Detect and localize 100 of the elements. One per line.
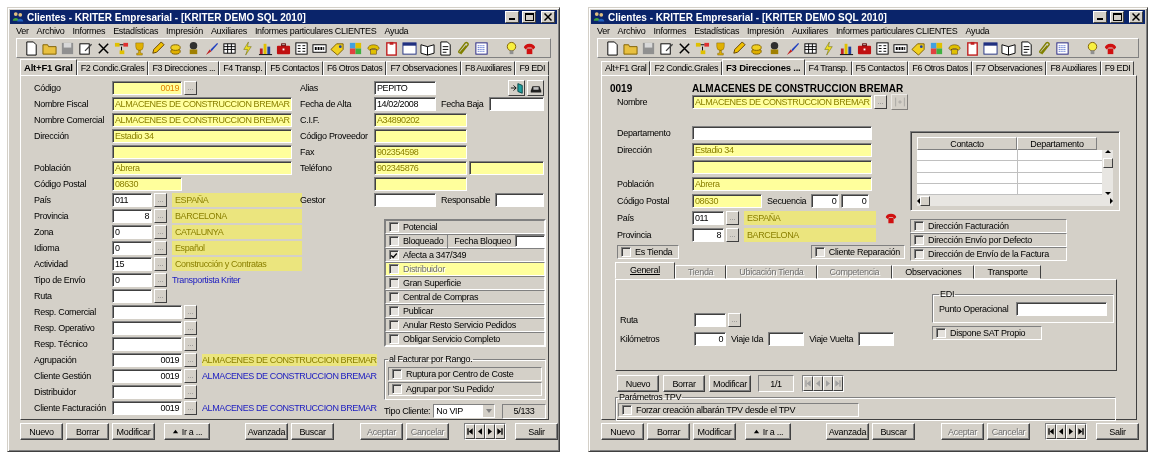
- maximize-button[interactable]: [522, 11, 536, 23]
- text-field[interactable]: 15: [112, 257, 152, 271]
- toolbar-button[interactable]: [1018, 39, 1035, 57]
- button[interactable]: Borrar: [66, 423, 109, 440]
- text-field[interactable]: 0019: [112, 401, 182, 415]
- button[interactable]: Borrar: [647, 423, 690, 440]
- text-field[interactable]: 8: [692, 228, 724, 242]
- menu-item[interactable]: Ayuda: [961, 25, 994, 36]
- menu-item[interactable]: Informes: [649, 25, 691, 36]
- text-field[interactable]: 14/02/2008: [374, 97, 436, 111]
- checkbox[interactable]: [389, 236, 399, 246]
- vertical-scrollbar[interactable]: [1102, 150, 1113, 195]
- button[interactable]: Modificar: [693, 423, 736, 440]
- text-field[interactable]: Estadio 34: [692, 143, 872, 157]
- toolbar-button[interactable]: [401, 39, 418, 57]
- checkbox[interactable]: [914, 235, 924, 245]
- previous-record-button[interactable]: [1056, 424, 1066, 439]
- text-field[interactable]: [112, 337, 182, 351]
- text-field[interactable]: [768, 332, 805, 346]
- close-button[interactable]: [541, 11, 555, 23]
- close-button[interactable]: [1129, 11, 1143, 23]
- menu-item[interactable]: Informes: [68, 25, 110, 36]
- checkbox[interactable]: [389, 306, 399, 316]
- tab[interactable]: F9 EDI: [1100, 61, 1135, 75]
- menu-item[interactable]: Estadísticas: [109, 25, 163, 36]
- tab[interactable]: F6 Otros Datos: [323, 61, 387, 75]
- text-field[interactable]: [112, 385, 182, 399]
- first-record-button[interactable]: [1046, 424, 1056, 439]
- checkbox[interactable]: [389, 278, 399, 288]
- description-link[interactable]: Transportista Kriter: [172, 275, 241, 285]
- button[interactable]: Salir: [515, 423, 558, 440]
- dropdown[interactable]: No VIP: [433, 404, 496, 418]
- minimize-button[interactable]: [505, 11, 519, 23]
- tab[interactable]: F2 Condic.Grales: [76, 61, 149, 75]
- text-field[interactable]: [374, 129, 467, 143]
- checkbox[interactable]: [914, 249, 924, 259]
- button[interactable]: Nuevo: [20, 423, 63, 440]
- checkbox[interactable]: [389, 222, 399, 232]
- text-field[interactable]: [374, 177, 467, 191]
- tool-button[interactable]: [527, 80, 544, 96]
- text-field[interactable]: ALMACENES DE CONSTRUCCION BREMAR: [692, 95, 872, 109]
- menu-item[interactable]: Impresión: [162, 25, 207, 36]
- toolbar-button[interactable]: [23, 39, 40, 57]
- menu-item[interactable]: Informes particulares CLIENTES: [250, 25, 381, 36]
- text-field[interactable]: Abrera: [692, 177, 872, 191]
- toolbar-button[interactable]: [437, 39, 454, 57]
- checkbox[interactable]: [621, 247, 631, 257]
- checkbox[interactable]: [914, 221, 924, 231]
- text-field[interactable]: [112, 289, 152, 303]
- menu-item[interactable]: Impresión: [743, 25, 788, 36]
- tab[interactable]: F3 Direcciones ...: [148, 61, 220, 75]
- text-field[interactable]: Estadio 34: [112, 129, 292, 143]
- text-field[interactable]: 0019: [112, 353, 182, 367]
- description-link[interactable]: ALMACENES DE CONSTRUCCION BREMAR: [202, 371, 377, 381]
- toolbar-button[interactable]: [874, 39, 891, 57]
- text-field[interactable]: [112, 145, 292, 159]
- tab[interactable]: F7 Observaciones: [971, 61, 1047, 75]
- text-field[interactable]: Abrera: [112, 161, 292, 175]
- text-field[interactable]: 0019: [112, 369, 182, 383]
- tab[interactable]: F2 Condic.Grales: [650, 61, 722, 75]
- toolbar-button[interactable]: [982, 39, 999, 57]
- tab[interactable]: F9 EDI: [515, 61, 549, 75]
- checkbox[interactable]: [622, 405, 632, 415]
- tab[interactable]: Observaciones: [892, 265, 975, 279]
- text-field[interactable]: 902354598: [374, 145, 467, 159]
- menu-item[interactable]: Auxiliares: [787, 25, 832, 36]
- scroll-thumb[interactable]: [1102, 157, 1113, 168]
- scroll-thumb[interactable]: [920, 195, 930, 206]
- text-field[interactable]: [1016, 302, 1107, 316]
- checkbox[interactable]: [389, 334, 399, 344]
- text-field[interactable]: 011: [692, 211, 724, 225]
- checkbox[interactable]: [389, 320, 399, 330]
- tab[interactable]: F8 Auxiliares: [1046, 61, 1101, 75]
- button[interactable]: Buscar: [291, 423, 334, 440]
- minimize-button[interactable]: [1093, 11, 1107, 23]
- checkbox[interactable]: [936, 328, 946, 338]
- checkbox[interactable]: [389, 292, 399, 302]
- text-field[interactable]: [112, 305, 182, 319]
- menu-item[interactable]: Ver: [593, 25, 614, 36]
- text-field[interactable]: 8: [112, 209, 152, 223]
- text-field[interactable]: 011: [112, 193, 152, 207]
- text-field[interactable]: 08630: [692, 194, 762, 208]
- text-field[interactable]: [692, 160, 872, 174]
- text-field[interactable]: ALMACENES DE CONSTRUCCION BREMAR: [112, 97, 292, 111]
- button[interactable]: Nuevo: [601, 423, 644, 440]
- previous-record-button[interactable]: [475, 424, 485, 439]
- text-field[interactable]: A34890202: [374, 113, 467, 127]
- menu-item[interactable]: Ver: [12, 25, 33, 36]
- menu-item[interactable]: Informes particulares CLIENTES: [831, 25, 962, 36]
- tab[interactable]: F4 Transp.: [804, 61, 852, 75]
- goto-button[interactable]: Ir a ...: [745, 423, 791, 440]
- toolbar-button[interactable]: [604, 39, 621, 57]
- first-record-button[interactable]: [465, 424, 475, 439]
- last-record-button[interactable]: [495, 424, 505, 439]
- next-record-button[interactable]: [485, 424, 495, 439]
- button[interactable]: Avanzada: [826, 423, 869, 440]
- text-field[interactable]: 0: [694, 332, 726, 346]
- text-field[interactable]: [112, 321, 182, 335]
- button[interactable]: Avanzada: [245, 423, 288, 440]
- text-field[interactable]: 0: [112, 273, 152, 287]
